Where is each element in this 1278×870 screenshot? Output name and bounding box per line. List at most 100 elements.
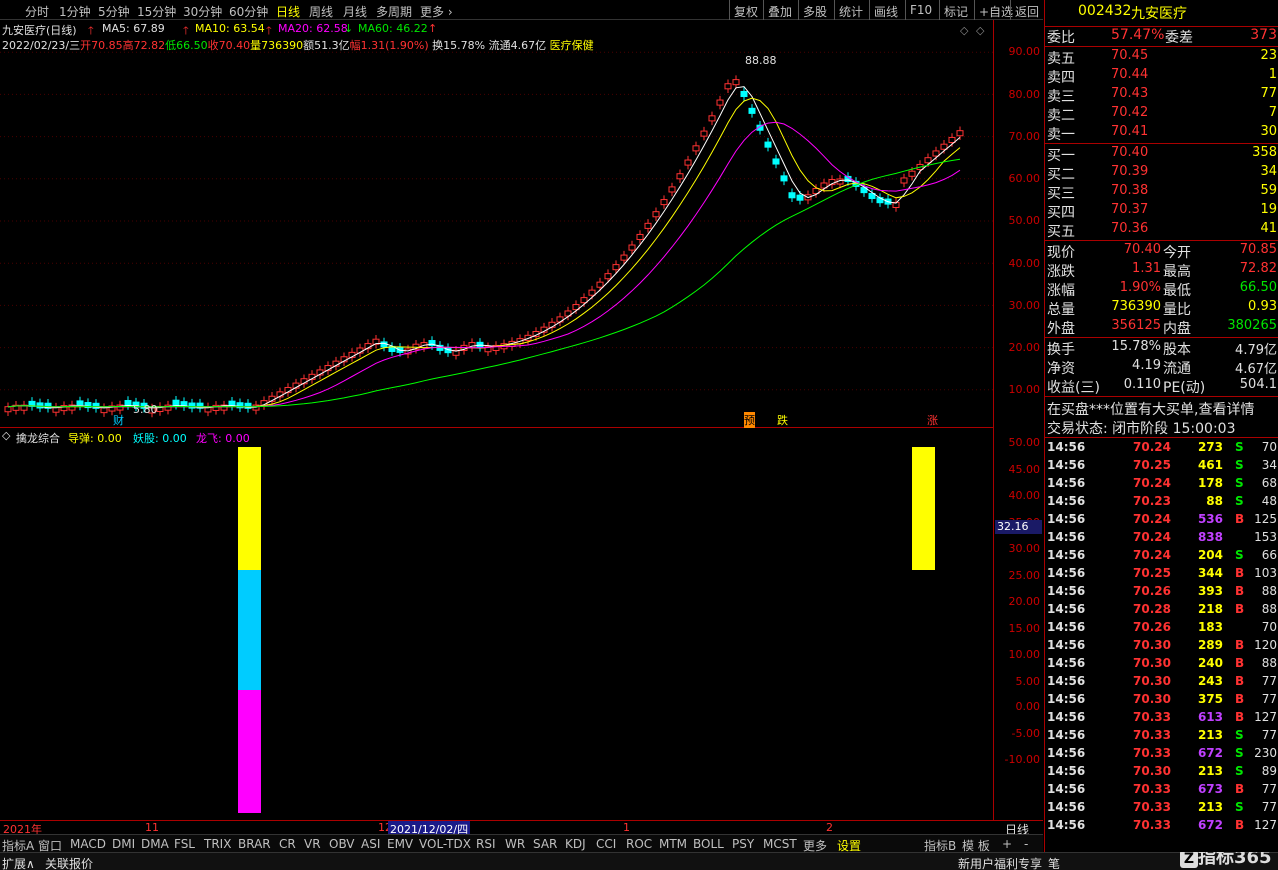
zhang-marker: 涨 [927, 414, 938, 427]
tick-count: 68 [1261, 476, 1277, 490]
tab-trix[interactable]: TRIX [204, 837, 231, 851]
y-tick: 50.00 [1008, 436, 1041, 449]
tab-cr[interactable]: CR [279, 837, 296, 851]
x-label: 2 [826, 821, 833, 834]
candle-body [620, 254, 628, 261]
f10-button[interactable]: F10 [905, 0, 936, 20]
divider [1045, 240, 1278, 241]
period-60min[interactable]: 60分钟 [229, 3, 268, 20]
tick-time: 14:56 [1047, 494, 1086, 508]
stat-label: 最高 [1163, 264, 1191, 280]
period-5min[interactable]: 5分钟 [98, 3, 130, 20]
tick-row: 14:56 70.30 213 S 89 [1045, 764, 1278, 782]
y-tick: 90.00 [1008, 45, 1041, 58]
fundamental-row: 净资 4.19 流通 4.67亿 [1045, 358, 1278, 377]
fuquan-button[interactable]: 复权 [729, 0, 762, 20]
collapse-icon[interactable]: ◇ [2, 429, 10, 442]
tab-macd[interactable]: MACD [70, 837, 106, 851]
tick-volume: 375 [1197, 692, 1223, 706]
sell-price: 70.42 [1111, 105, 1149, 120]
duogu-button[interactable]: 多股 [798, 0, 831, 20]
buy-level-label: 买五 [1047, 224, 1075, 240]
period-daily[interactable]: 日线 [276, 3, 300, 20]
divider [1045, 337, 1278, 338]
tab-emv[interactable]: EMV [387, 837, 413, 851]
candle-body [924, 157, 932, 164]
tab-vr[interactable]: VR [304, 837, 321, 851]
back-button[interactable]: 返回 [1010, 0, 1043, 20]
stock-code: 002432 [1078, 3, 1132, 19]
tab-boll[interactable]: BOLL [693, 837, 724, 851]
x-label: 11 [145, 821, 159, 834]
big-order-notice[interactable]: 在买盘***位置有大买单,查看详情 [1045, 399, 1278, 418]
divider [1045, 46, 1278, 47]
tick-price: 70.24 [1133, 440, 1171, 454]
huaxian-button[interactable]: 画线 [869, 0, 902, 20]
tick-row: 14:56 70.24 178 S 68 [1045, 476, 1278, 494]
tab-mcst[interactable]: MCST [763, 837, 797, 851]
tick-side: B [1235, 584, 1245, 598]
y-tick: 80.00 [1008, 88, 1041, 101]
tab-mtm[interactable]: MTM [659, 837, 687, 851]
y-tick: 15.00 [1008, 622, 1041, 635]
period-multi[interactable]: 多周期 [376, 3, 412, 20]
tab-sar[interactable]: SAR [533, 837, 557, 851]
tick-side: S [1235, 728, 1244, 742]
tick-price: 70.33 [1133, 782, 1171, 796]
tick-count: 125 [1254, 512, 1277, 526]
expand-button[interactable]: 扩展∧ [2, 855, 35, 870]
period-toolbar: 分时 1分钟 5分钟 15分钟 30分钟 60分钟 日线 周线 月线 多周期 更… [0, 0, 1043, 20]
period-monthly[interactable]: 月线 [343, 3, 367, 20]
tick-row: 14:56 70.30 240 B 88 [1045, 656, 1278, 674]
zoom-out-button[interactable]: - [1024, 837, 1028, 851]
period-weekly[interactable]: 周线 [309, 3, 333, 20]
stat-label: 流通 [1163, 361, 1191, 377]
tab-rsi[interactable]: RSI [476, 837, 496, 851]
biaoji-button[interactable]: 标记 [939, 0, 972, 20]
sell-level-row: 卖二 70.42 7 [1045, 105, 1278, 124]
indicator-chart[interactable]: ◇ 擒龙综合 导弹: 0.00 妖股: 0.00 龙飞: 0.00 [0, 428, 993, 820]
candle-body [956, 130, 964, 137]
longfei-bar [238, 690, 261, 813]
tab-fsl[interactable]: FSL [174, 837, 195, 851]
tab-vol-tdx[interactable]: VOL-TDX [419, 837, 471, 851]
pen-button[interactable]: 笔 [1048, 855, 1060, 870]
candle-body [644, 222, 652, 229]
period-1min[interactable]: 1分钟 [59, 3, 91, 20]
period-more[interactable]: 更多 › [420, 3, 453, 20]
tab-psy[interactable]: PSY [732, 837, 754, 851]
period-30min[interactable]: 30分钟 [183, 3, 222, 20]
zoom-in-button[interactable]: + [1002, 837, 1012, 851]
tick-price: 70.30 [1133, 656, 1171, 670]
y-tick: 30.00 [1008, 299, 1041, 312]
tick-volume: 243 [1197, 674, 1223, 688]
tab-kdj[interactable]: KDJ [565, 837, 586, 851]
tick-count: 127 [1254, 818, 1277, 832]
kline-chart[interactable]: 九安医疗(日线) 🡑 MA5: 67.89 🡑 MA10: 63.54 🡑 MA… [0, 20, 993, 428]
tab-obv[interactable]: OBV [329, 837, 355, 851]
new-user-promo[interactable]: 新用户福利专享 [958, 855, 1042, 870]
weibi-label: 委比 [1047, 30, 1075, 46]
tick-time: 14:56 [1047, 692, 1086, 706]
tab-dma[interactable]: DMA [141, 837, 169, 851]
stock-name: 九安医疗 [1131, 6, 1187, 22]
tab-wr[interactable]: WR [505, 837, 525, 851]
related-quote-button[interactable]: 关联报价 [45, 855, 93, 870]
buy-volume: 19 [1260, 202, 1277, 217]
tab-brar[interactable]: BRAR [238, 837, 271, 851]
buy-level-row: 买一 70.40 358 [1045, 145, 1278, 164]
tongji-button[interactable]: 统计 [834, 0, 867, 20]
tab-dmi[interactable]: DMI [112, 837, 135, 851]
diejia-button[interactable]: 叠加 [763, 0, 796, 20]
tick-time: 14:56 [1047, 710, 1086, 724]
tick-row: 14:56 70.33 673 B 77 [1045, 782, 1278, 800]
period-15min[interactable]: 15分钟 [137, 3, 176, 20]
ma-line [7, 97, 961, 408]
tab-asi[interactable]: ASI [361, 837, 380, 851]
candlestick-plot [0, 51, 993, 418]
period-fenshi[interactable]: 分时 [25, 3, 49, 20]
tab-cci[interactable]: CCI [596, 837, 616, 851]
divider [1045, 396, 1278, 397]
candle-body [732, 79, 740, 86]
tab-roc[interactable]: ROC [626, 837, 652, 851]
